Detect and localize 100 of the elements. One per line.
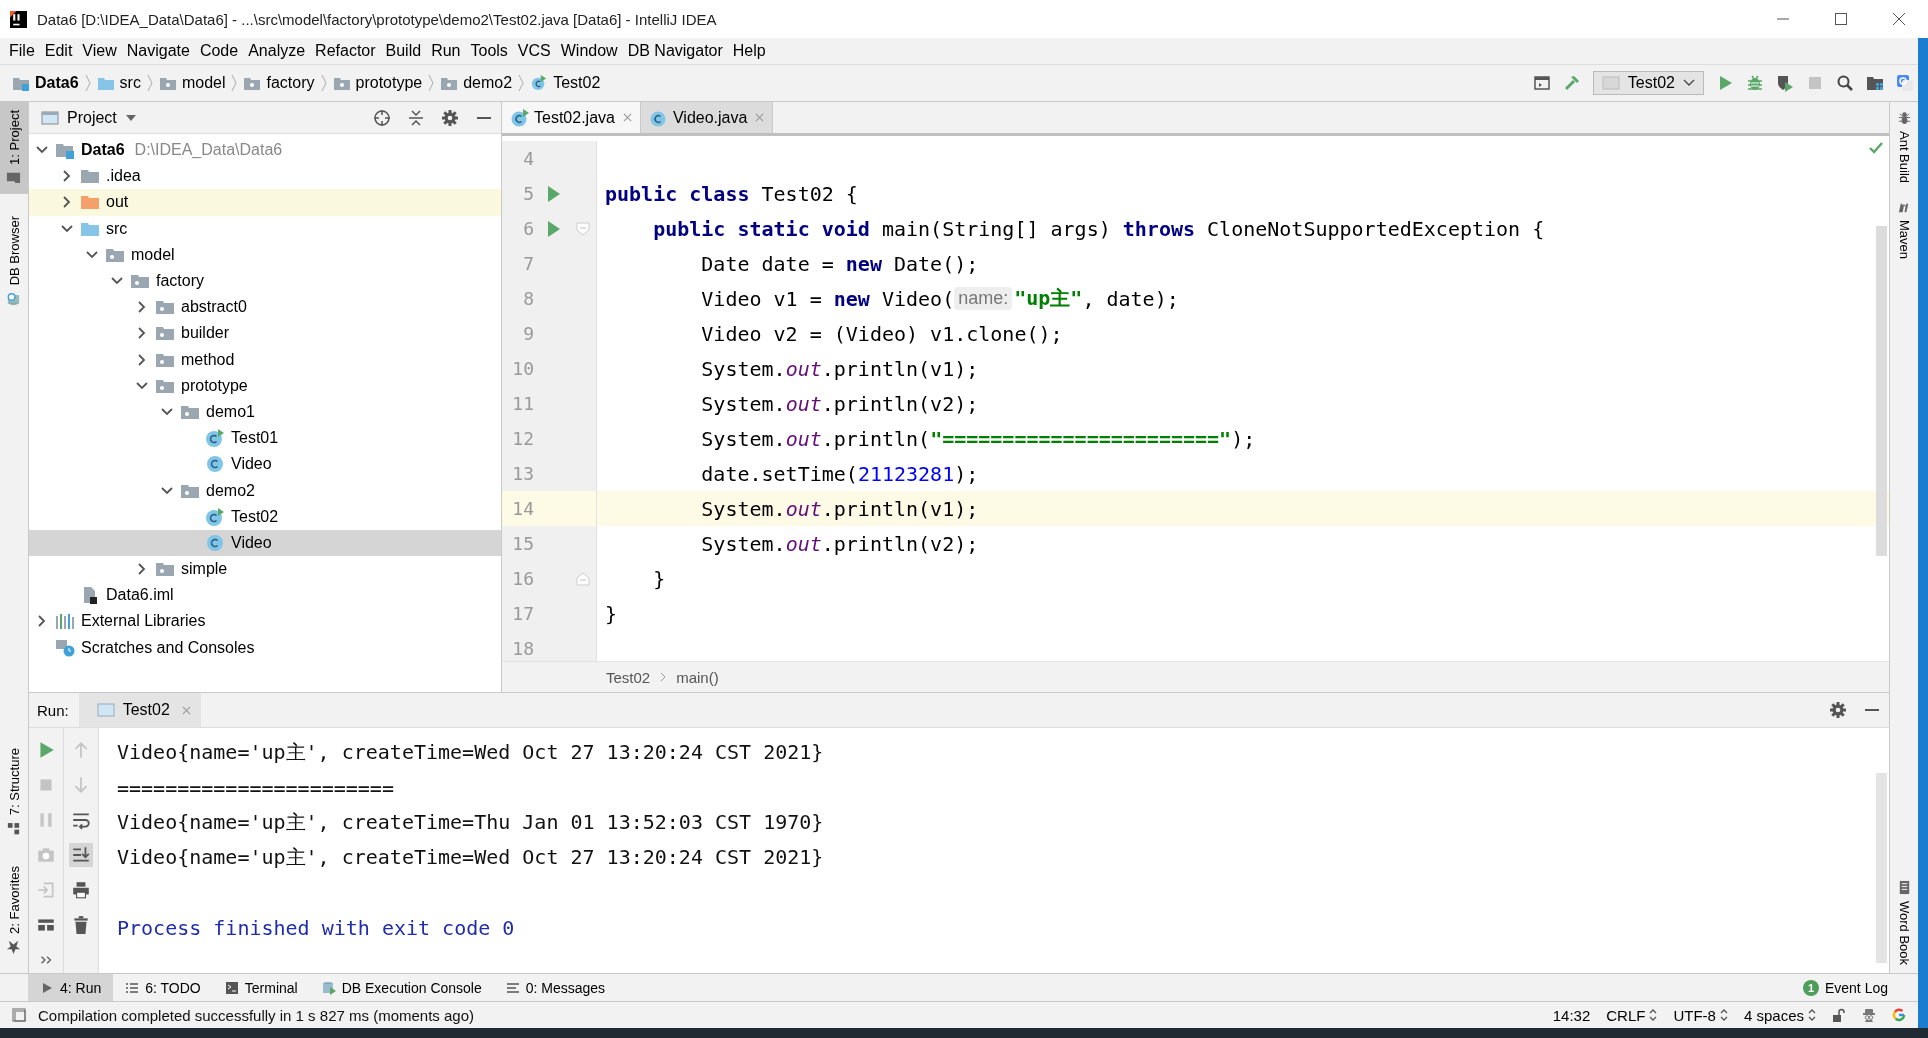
status-widget[interactable]: UTF-8 — [1673, 1006, 1728, 1024]
caret-position[interactable]: 14:32 — [1552, 1006, 1591, 1024]
tree-item[interactable]: Data6.iml — [29, 582, 501, 609]
tree-item[interactable]: model — [29, 241, 501, 268]
menu-item[interactable]: Navigate — [121, 42, 195, 60]
tool-window-tab[interactable]: DB Browser — [0, 207, 28, 315]
settings-icon[interactable] — [441, 108, 459, 127]
tree-item[interactable]: External Libraries — [29, 608, 501, 635]
messages-icon — [505, 980, 520, 995]
tree-item[interactable]: Scratches and Consoles — [29, 634, 501, 661]
run-icon[interactable] — [547, 219, 561, 238]
tree-item[interactable]: src — [29, 215, 501, 242]
menu-item[interactable]: VCS — [512, 42, 556, 60]
menu-item[interactable]: View — [77, 42, 122, 60]
maximize-icon[interactable] — [1834, 12, 1848, 26]
breadcrumb[interactable]: demo2 — [438, 74, 515, 92]
menu-item[interactable]: File — [4, 42, 40, 60]
menu-item[interactable]: Refactor — [310, 42, 381, 60]
code-line: } — [652, 565, 667, 593]
tool-window-button[interactable]: 6: TODO — [113, 974, 213, 1001]
collapse-all-icon[interactable] — [407, 108, 425, 127]
tool-window-tab[interactable]: Word Book — [1890, 871, 1918, 973]
tree-item[interactable]: demo1 — [29, 398, 501, 426]
up-down-arrows-icon — [1719, 1008, 1728, 1022]
module-icon — [12, 75, 30, 91]
menu-item[interactable]: Code — [194, 42, 244, 60]
tool-window-button[interactable]: 0: Messages — [493, 974, 618, 1001]
breadcrumb[interactable]: Test02 — [528, 74, 603, 92]
crosshair-icon[interactable] — [373, 108, 391, 127]
menu-item[interactable]: Run — [426, 42, 466, 60]
search-icon[interactable] — [1836, 74, 1854, 92]
tree-item[interactable]: demo2 — [29, 477, 501, 504]
shield-run-icon[interactable] — [1776, 74, 1794, 92]
panel-toggle-icon[interactable] — [12, 1008, 26, 1022]
scrollbar[interactable] — [1876, 226, 1887, 556]
settings-icon[interactable] — [1829, 701, 1847, 719]
libraries-icon — [55, 612, 75, 631]
menu-item[interactable]: Window — [555, 42, 623, 60]
tool-window-tab[interactable]: 7: Structure — [0, 739, 28, 845]
terminal-icon — [224, 980, 239, 995]
breadcrumb[interactable]: factory — [241, 74, 317, 92]
breadcrumb[interactable]: model — [156, 74, 228, 92]
tool-window-tab[interactable]: 1: Project — [0, 102, 28, 194]
scroll-to-end-icon[interactable] — [69, 843, 93, 867]
tree-item[interactable]: factory — [29, 267, 501, 295]
breadcrumb[interactable]: Test02 — [606, 668, 651, 686]
run-configuration-dropdown[interactable]: Test02 — [1592, 71, 1704, 95]
tree-item[interactable]: Test02 — [29, 503, 501, 530]
menu-item[interactable]: Analyze — [243, 42, 311, 60]
run-icon[interactable] — [547, 184, 561, 203]
breadcrumb[interactable]: main() — [676, 668, 719, 686]
tree-item[interactable]: method — [29, 346, 501, 373]
editor-tab[interactable]: Test02.java — [502, 102, 641, 133]
unlock-icon[interactable] — [1832, 1008, 1846, 1022]
tree-item[interactable]: Video — [29, 451, 501, 478]
tree-item[interactable]: .idea — [29, 163, 501, 190]
breadcrumb[interactable]: prototype — [330, 74, 425, 92]
colored-ring-icon[interactable] — [1892, 1008, 1906, 1022]
breadcrumb[interactable]: src — [94, 74, 143, 92]
scratches-icon — [55, 638, 75, 657]
line-number: 4 — [522, 148, 534, 169]
tree-item[interactable]: prototype — [29, 372, 501, 399]
tool-window-button[interactable]: DB Execution Console — [309, 974, 494, 1001]
project-structure-icon[interactable] — [1866, 74, 1884, 92]
editor-tab[interactable]: Video.java — [640, 102, 774, 133]
scrollbar[interactable] — [1876, 773, 1887, 963]
status-widget[interactable]: CRLF — [1606, 1006, 1658, 1024]
view-selector[interactable]: Project — [41, 108, 137, 127]
translate-icon[interactable] — [1896, 74, 1914, 92]
bug-icon[interactable] — [1746, 74, 1764, 92]
tool-window-tab[interactable]: 2: Favorites — [0, 858, 28, 963]
tree-item[interactable]: simple — [29, 556, 501, 583]
inspector-icon[interactable] — [1862, 1008, 1876, 1022]
event-log-button[interactable]: 1 Event Log — [1802, 974, 1918, 1001]
tree-item[interactable]: out — [29, 189, 501, 216]
tree-item[interactable]: Test01 — [29, 425, 501, 452]
tool-window-button[interactable]: Terminal — [212, 974, 310, 1001]
menu-item[interactable]: Build — [380, 42, 427, 60]
window-title: Data6 [D:\IDEA_Data\Data6] - ...\src\model\factory\prototype\demo2\Test02.java [Data6] - IntelliJ IDEA — [37, 10, 717, 28]
window-icon[interactable] — [1532, 74, 1551, 92]
tool-window-button[interactable]: 4: Run — [28, 974, 114, 1001]
menu-item[interactable]: DB Navigator — [622, 42, 728, 60]
menu-item[interactable]: Edit — [39, 42, 78, 60]
tree-item[interactable]: builder — [29, 320, 501, 347]
package-icon — [332, 75, 351, 91]
menu-item[interactable]: Help — [727, 42, 771, 60]
code-line: System.out.println("======================="); — [700, 425, 1257, 453]
tree-item[interactable]: Video — [29, 529, 501, 556]
tool-window-tab[interactable]: Ant Build — [1890, 102, 1918, 192]
tree-item[interactable]: abstract0 — [29, 294, 501, 321]
status-widget[interactable]: 4 spaces — [1743, 1006, 1816, 1024]
hammer-icon[interactable] — [1562, 74, 1581, 92]
console-line: Video{name='up主', createTime=Wed Oct 27 13:20:24 CST 2021} — [117, 844, 825, 871]
menu-item[interactable]: Tools — [465, 42, 513, 60]
tree-item[interactable]: Data6 D:\IDEA_Data\Data6 — [29, 137, 501, 164]
breadcrumb[interactable]: Data6 — [10, 74, 81, 92]
tool-window-tab[interactable]: Maven — [1890, 191, 1918, 268]
run-tab[interactable]: Test02 — [78, 693, 201, 727]
close-icon[interactable] — [1892, 12, 1906, 26]
runnable-class-icon — [530, 75, 549, 91]
